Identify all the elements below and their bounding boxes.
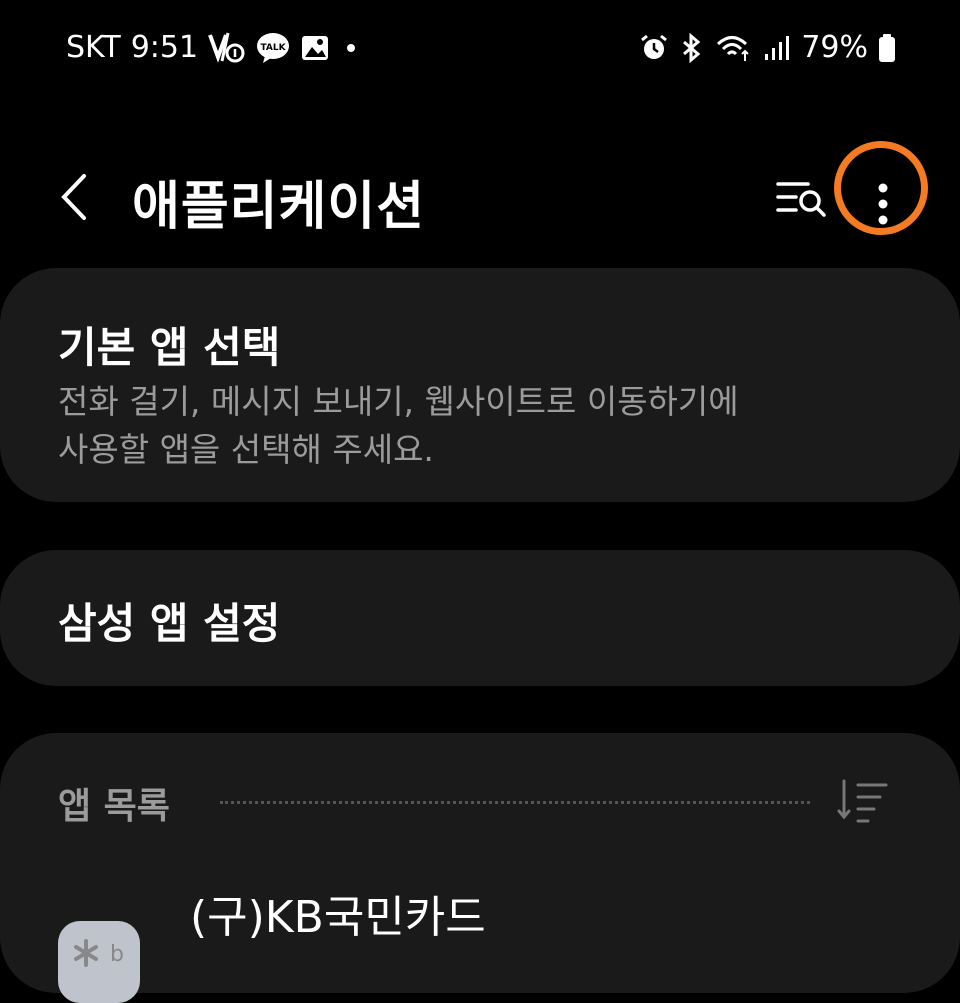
- gallery-icon: [300, 33, 330, 63]
- page-title: 애플리케이션: [132, 177, 426, 237]
- samsung-app-settings-card[interactable]: 삼성 앱 설정: [0, 550, 960, 686]
- default-apps-card[interactable]: 기본 앱 선택 전화 걸기, 메시지 보내기, 웹사이트로 이동하기에 사용할 …: [0, 268, 960, 502]
- more-options-button[interactable]: [840, 160, 926, 246]
- bluetooth-icon: [679, 32, 705, 63]
- svg-text:TALK: TALK: [261, 43, 287, 53]
- search-button[interactable]: [774, 172, 830, 222]
- notification-dot-icon: [340, 37, 362, 59]
- app-list-section-label: 앱 목록: [58, 786, 170, 827]
- battery-percent: 79%: [801, 30, 868, 65]
- status-bar: SKT 9:51 TALK 79%: [0, 0, 960, 100]
- battery-icon: [878, 33, 896, 63]
- clock-time: 9:51: [130, 30, 199, 65]
- svg-text:b: b: [110, 942, 124, 967]
- more-vertical-icon: [878, 183, 888, 225]
- alarm-icon: [639, 33, 669, 63]
- app-list-card: 앱 목록 b (구)KB국민카드: [0, 733, 960, 1003]
- kb-star-icon: b: [74, 939, 124, 967]
- back-button[interactable]: [52, 170, 96, 224]
- volte-icon: [208, 31, 246, 65]
- app-list-item-name[interactable]: (구)KB국민카드: [190, 881, 486, 945]
- status-bar-left: SKT 9:51 TALK: [66, 30, 362, 65]
- signal-icon: [763, 34, 791, 62]
- app-bar: 애플리케이션: [0, 150, 960, 250]
- sort-icon: [837, 779, 888, 823]
- chevron-left-icon: [61, 174, 86, 220]
- kb-card-app-icon[interactable]: b: [58, 921, 140, 1003]
- sort-button[interactable]: [836, 777, 892, 827]
- wifi-icon: [715, 33, 753, 63]
- section-divider: [220, 801, 810, 804]
- kakaotalk-icon: TALK: [256, 32, 290, 64]
- status-bar-right: 79%: [639, 30, 896, 65]
- carrier-label: SKT: [66, 30, 121, 65]
- default-apps-title: 기본 앱 선택: [58, 323, 281, 372]
- list-search-icon: [776, 182, 826, 217]
- samsung-app-settings-title: 삼성 앱 설정: [58, 599, 281, 648]
- default-apps-description: 전화 걸기, 메시지 보내기, 웹사이트로 이동하기에 사용할 앱을 선택해 주…: [58, 382, 739, 469]
